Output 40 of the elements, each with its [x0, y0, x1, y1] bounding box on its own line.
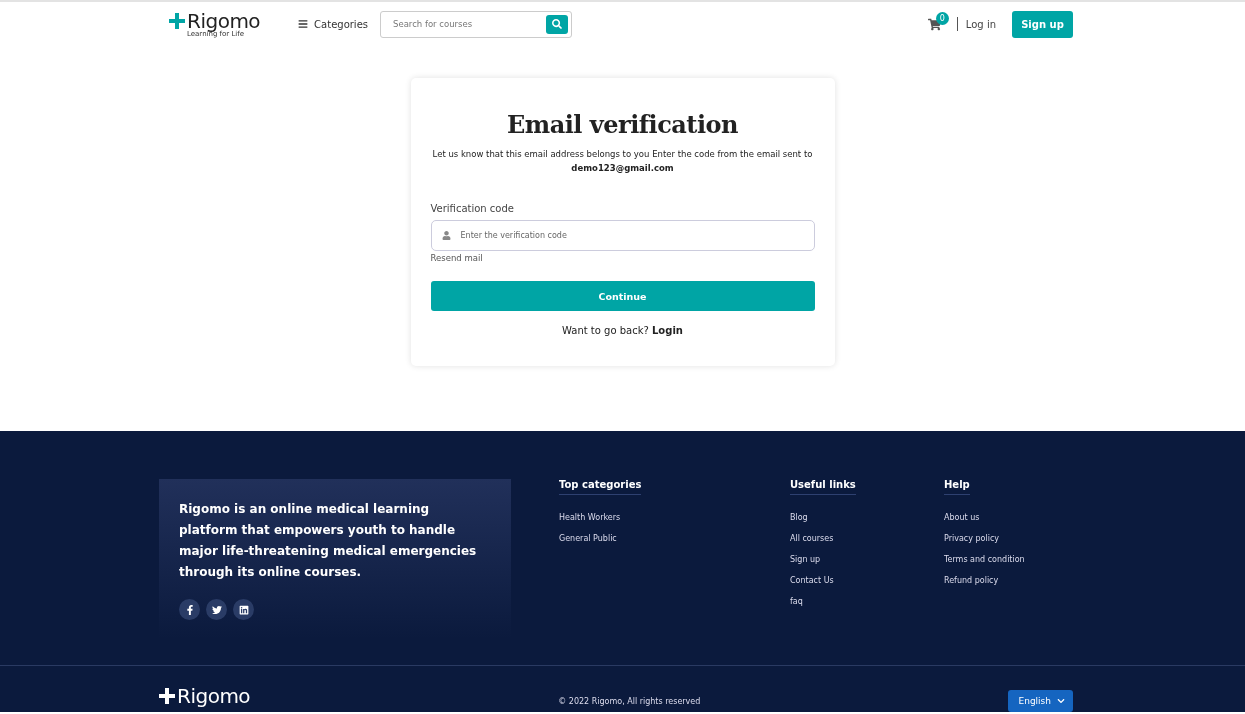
cart-count: 0 — [935, 11, 949, 25]
footer-link[interactable]: All courses — [790, 534, 834, 543]
menu-icon — [298, 19, 309, 29]
column-title: Useful links — [790, 479, 856, 495]
resend-mail-link[interactable]: Resend mail — [430, 253, 483, 263]
logo-text[interactable]: Rigomo — [187, 10, 261, 31]
column-title: Top categories — [559, 479, 642, 495]
logo-text[interactable]: Rigomo — [177, 686, 251, 706]
footer-link[interactable]: General Public — [559, 534, 617, 543]
login-link[interactable]: Login — [652, 325, 683, 336]
search-field[interactable]: Search for courses — [380, 10, 572, 38]
footer-link[interactable]: Refund policy — [944, 576, 999, 585]
go-back-text: Want to go back? — [562, 325, 650, 336]
footer-link[interactable]: Sign up — [790, 555, 821, 564]
linkedin-icon[interactable] — [233, 599, 254, 620]
facebook-icon[interactable] — [179, 599, 200, 620]
chevron-down-icon — [1057, 697, 1065, 705]
login-link[interactable]: Log in — [965, 18, 996, 30]
field-label: Verification code — [430, 203, 515, 214]
language-select[interactable]: English — [1008, 690, 1073, 712]
footer-link[interactable]: Health Workers — [559, 513, 621, 522]
column-title: Help — [944, 479, 970, 495]
card-title: Email verification — [506, 110, 739, 139]
footer-link[interactable]: Privacy policy — [944, 534, 1000, 543]
footer-link[interactable]: faq — [790, 597, 803, 606]
logo-icon — [169, 12, 185, 29]
about-text: Rigomo is an online medical learning platform that empowers youth to handle major life-threatening medical emergencies through its online courses. — [179, 501, 478, 581]
footer-link[interactable]: Blog — [790, 513, 808, 522]
search-button[interactable] — [546, 14, 568, 34]
verification-code-field[interactable]: Enter the verification code — [430, 220, 815, 251]
footer-link[interactable]: Contact Us — [790, 576, 834, 585]
footer-link[interactable]: Terms and condition — [944, 555, 1025, 564]
search-icon — [552, 19, 562, 29]
copyright-text: © 2022 Rigomo, All rights reserved — [558, 697, 701, 706]
logo-icon — [159, 688, 175, 704]
footer-link[interactable]: About us — [944, 513, 980, 522]
twitter-icon[interactable] — [206, 599, 227, 620]
categories-button[interactable]: Categories — [298, 18, 368, 30]
verification-message: Let us know that this email address belongs to you Enter the code from the email sent to demo123@gmail.com — [431, 148, 814, 175]
user-icon — [441, 231, 451, 240]
